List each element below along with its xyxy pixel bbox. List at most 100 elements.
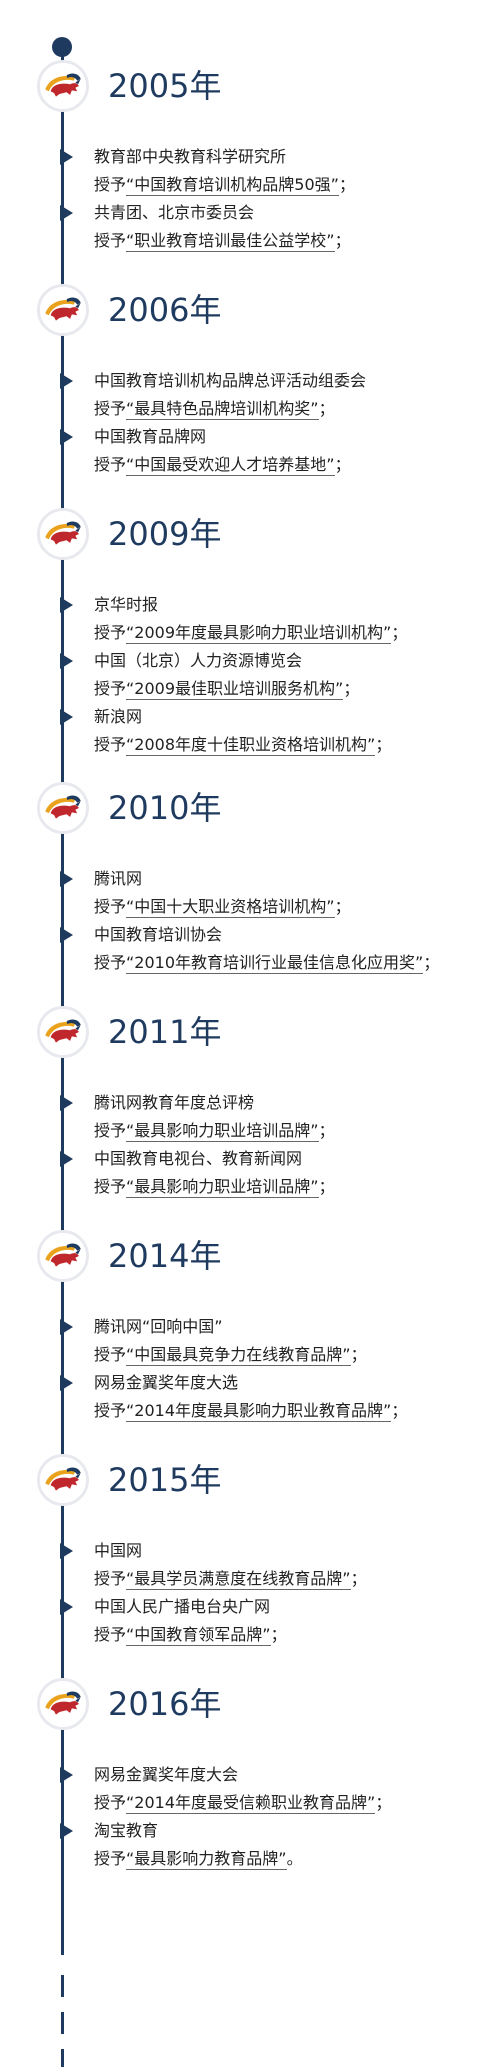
timeline-dash xyxy=(61,2012,64,2034)
triangle-right-icon xyxy=(60,1599,73,1615)
timeline-dash xyxy=(61,2049,64,2067)
year-label: 2016年 xyxy=(108,1685,222,1723)
year-label: 2011年 xyxy=(108,1013,222,1051)
triangle-right-icon xyxy=(60,597,73,613)
award-line: 授予“2008年度十佳职业资格培训机构”； xyxy=(94,734,391,756)
award-line: 授予“中国最受欢迎人才培养基地”； xyxy=(94,454,351,476)
award-title: “中国教育培训机构品牌50强” xyxy=(126,175,339,196)
award-prefix: 授予 xyxy=(94,175,127,194)
award-suffix: ； xyxy=(334,231,351,250)
award-source: 京华时报 xyxy=(94,595,159,614)
award-prefix: 授予 xyxy=(94,1121,127,1140)
award-line: 授予“2009最佳职业培训服务机构”； xyxy=(94,678,359,700)
triangle-right-icon xyxy=(60,1767,73,1783)
award-prefix: 授予 xyxy=(94,1849,127,1868)
award-line: 授予“2010年教育培训行业最佳信息化应用奖”； xyxy=(94,952,439,974)
award-suffix: ； xyxy=(350,1345,367,1364)
triangle-right-icon xyxy=(60,1319,73,1335)
award-line: 授予“2014年度最受信赖职业教育品牌”； xyxy=(94,1792,391,1814)
award-prefix: 授予 xyxy=(94,679,127,698)
award-line: 授予“2014年度最具影响力职业教育品牌”； xyxy=(94,1400,407,1422)
triangle-right-icon xyxy=(60,653,73,669)
year-label: 2006年 xyxy=(108,291,222,329)
award-title: “最具学员满意度在线教育品牌” xyxy=(126,1569,351,1590)
award-source: 腾讯网 xyxy=(94,869,143,888)
award-line: 授予“最具影响力职业培训品牌”； xyxy=(94,1120,335,1142)
award-prefix: 授予 xyxy=(94,455,127,474)
triangle-right-icon xyxy=(60,1823,73,1839)
award-source: 腾讯网“回响中国” xyxy=(94,1317,223,1336)
award-source: 腾讯网教育年度总评榜 xyxy=(94,1093,255,1112)
year-header: 2009年 xyxy=(0,506,500,566)
award-title: “最具影响力职业培训品牌” xyxy=(126,1177,319,1198)
triangle-right-icon xyxy=(60,709,73,725)
triangle-right-icon xyxy=(60,429,73,445)
award-source: 中国教育培训协会 xyxy=(94,925,223,944)
award-suffix: ； xyxy=(334,897,351,916)
award-prefix: 授予 xyxy=(94,735,127,754)
award-prefix: 授予 xyxy=(94,1793,127,1812)
award-prefix: 授予 xyxy=(94,1401,127,1420)
bull-logo-icon xyxy=(37,1006,89,1058)
triangle-right-icon xyxy=(60,205,73,221)
triangle-right-icon xyxy=(60,927,73,943)
award-source: 中国人民广播电台央广网 xyxy=(94,1597,271,1616)
triangle-right-icon xyxy=(60,149,73,165)
award-suffix: ； xyxy=(375,1793,392,1812)
award-line: 授予“2009年度最具影响力职业培训机构”； xyxy=(94,622,407,644)
award-title: “2014年度最受信赖职业教育品牌” xyxy=(126,1793,376,1814)
year-header: 2014年 xyxy=(0,1228,500,1288)
triangle-right-icon xyxy=(60,1543,73,1559)
award-suffix: ； xyxy=(350,1569,367,1588)
award-prefix: 授予 xyxy=(94,1569,127,1588)
award-title: “最具影响力职业培训品牌” xyxy=(126,1121,319,1142)
award-prefix: 授予 xyxy=(94,897,127,916)
award-title: “2009最佳职业培训服务机构” xyxy=(126,679,344,700)
award-title: “最具影响力教育品牌” xyxy=(126,1849,287,1870)
award-prefix: 授予 xyxy=(94,231,127,250)
year-header: 2005年 xyxy=(0,58,500,118)
award-suffix: ； xyxy=(318,1177,335,1196)
award-source: 新浪网 xyxy=(94,707,143,726)
award-line: 授予“中国教育领军品牌”； xyxy=(94,1624,287,1646)
award-source: 淘宝教育 xyxy=(94,1821,159,1840)
award-title: “中国教育领军品牌” xyxy=(126,1625,271,1646)
award-line: 授予“最具学员满意度在线教育品牌”； xyxy=(94,1568,367,1590)
award-source: 网易金翼奖年度大选 xyxy=(94,1373,239,1392)
award-suffix: ； xyxy=(338,175,355,194)
award-suffix: 。 xyxy=(286,1849,303,1868)
triangle-right-icon xyxy=(60,1375,73,1391)
triangle-right-icon xyxy=(60,1095,73,1111)
award-prefix: 授予 xyxy=(94,1345,127,1364)
award-suffix: ； xyxy=(334,455,351,474)
bull-logo-icon xyxy=(37,60,89,112)
award-suffix: ； xyxy=(391,623,408,642)
award-line: 授予“中国教育培训机构品牌50强”； xyxy=(94,174,355,196)
year-header: 2010年 xyxy=(0,780,500,840)
award-line: 授予“最具影响力教育品牌”。 xyxy=(94,1848,303,1870)
triangle-right-icon xyxy=(60,871,73,887)
award-title: “中国十大职业资格培训机构” xyxy=(126,897,335,918)
award-prefix: 授予 xyxy=(94,1625,127,1644)
bull-logo-icon xyxy=(37,508,89,560)
award-title: “2008年度十佳职业资格培训机构” xyxy=(126,735,376,756)
award-source: 中国教育培训机构品牌总评活动组委会 xyxy=(94,371,367,390)
award-line: 授予“职业教育培训最佳公益学校”； xyxy=(94,230,351,252)
year-label: 2015年 xyxy=(108,1461,222,1499)
award-line: 授予“最具特色品牌培训机构奖”； xyxy=(94,398,335,420)
year-label: 2009年 xyxy=(108,515,222,553)
bull-logo-icon xyxy=(37,1678,89,1730)
award-title: “最具特色品牌培训机构奖” xyxy=(126,399,319,420)
award-title: “2014年度最具影响力职业教育品牌” xyxy=(126,1401,392,1422)
year-label: 2010年 xyxy=(108,789,222,827)
year-header: 2015年 xyxy=(0,1452,500,1512)
award-line: 授予“中国最具竞争力在线教育品牌”； xyxy=(94,1344,367,1366)
award-title: “2010年教育培训行业最佳信息化应用奖” xyxy=(126,953,424,974)
bull-logo-icon xyxy=(37,782,89,834)
award-title: “中国最具竞争力在线教育品牌” xyxy=(126,1345,351,1366)
award-title: “职业教育培训最佳公益学校” xyxy=(126,231,335,252)
year-label: 2014年 xyxy=(108,1237,222,1275)
award-source: 网易金翼奖年度大会 xyxy=(94,1765,239,1784)
triangle-right-icon xyxy=(60,1151,73,1167)
award-suffix: ； xyxy=(318,399,335,418)
